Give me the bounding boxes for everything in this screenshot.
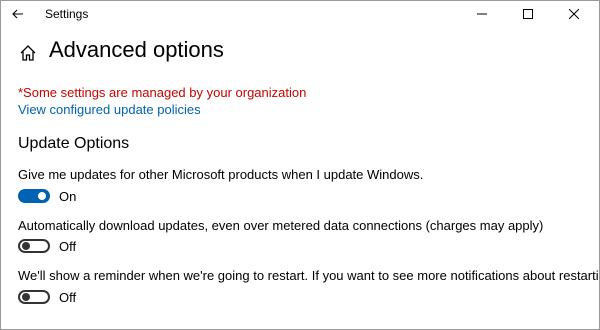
minimize-button[interactable] xyxy=(459,1,505,27)
minimize-icon xyxy=(477,13,487,15)
metered-download-toggle[interactable] xyxy=(18,239,50,253)
maximize-icon xyxy=(523,9,533,19)
toggle-knob xyxy=(22,293,30,301)
metered-download-label: Automatically download updates, even ove… xyxy=(18,218,544,233)
managed-by-organization-notice: *Some settings are managed by your organ… xyxy=(18,85,307,100)
window-title: Settings xyxy=(45,7,89,21)
restart-reminder-toggle[interactable] xyxy=(18,290,50,304)
other-microsoft-products-state: On xyxy=(59,189,77,204)
other-microsoft-products-label: Give me updates for other Microsoft prod… xyxy=(18,167,424,182)
view-update-policies-link[interactable]: View configured update policies xyxy=(18,102,201,117)
close-icon xyxy=(569,9,579,19)
restart-reminder-state: Off xyxy=(59,290,77,305)
restart-reminder-label: We'll show a reminder when we're going t… xyxy=(18,268,599,283)
maximize-button[interactable] xyxy=(505,1,551,27)
home-icon[interactable] xyxy=(19,44,37,62)
metered-download-state: Off xyxy=(59,239,77,254)
settings-window: Settings Advanced options *Some settings… xyxy=(0,0,600,330)
toggle-knob xyxy=(22,242,30,250)
update-options-heading: Update Options xyxy=(18,135,130,152)
toggle-knob xyxy=(38,192,46,200)
back-button[interactable] xyxy=(7,4,29,24)
other-microsoft-products-toggle[interactable] xyxy=(18,189,50,203)
close-button[interactable] xyxy=(551,1,597,27)
back-arrow-icon xyxy=(12,9,23,19)
page-title: Advanced options xyxy=(49,37,224,62)
title-bar: Settings xyxy=(1,1,599,27)
